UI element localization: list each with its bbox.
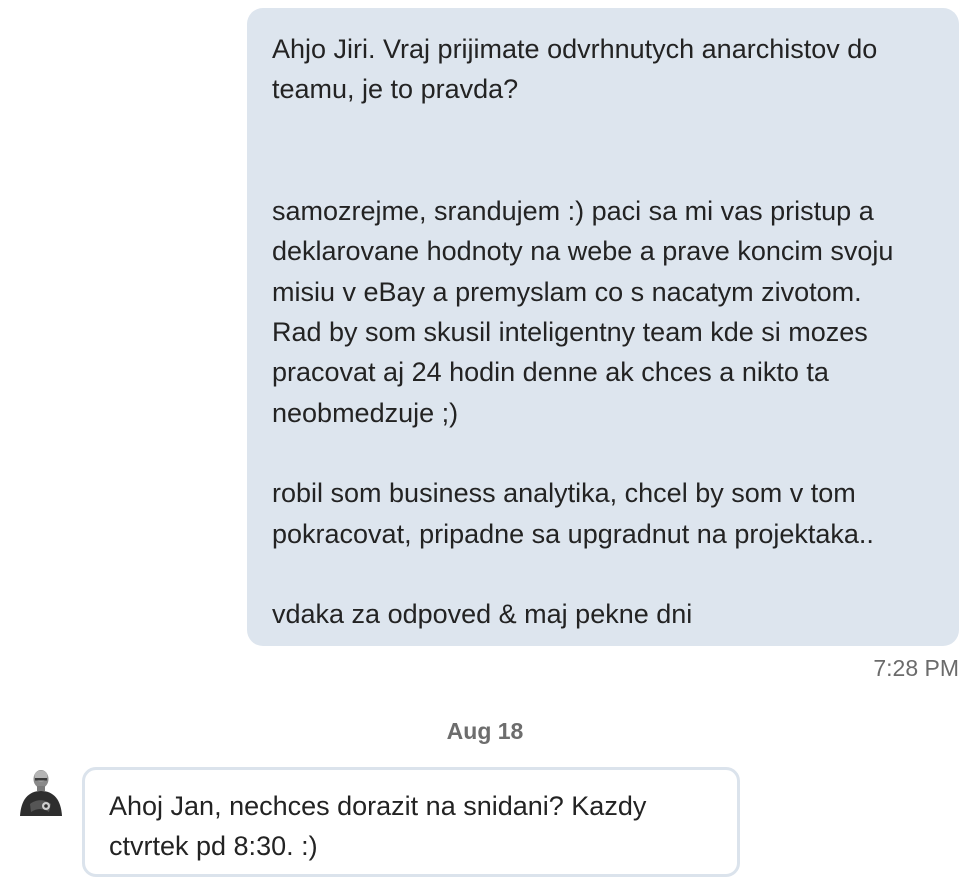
avatar[interactable] <box>18 768 64 822</box>
message-paragraph: robil som business analytika, chcel by s… <box>272 478 874 549</box>
incoming-message-bubble[interactable]: Ahoj Jan, nechces dorazit na snidani? Ka… <box>82 767 740 877</box>
date-separator: Aug 18 <box>446 718 524 744</box>
message-paragraph: samozrejme, srandujem :) paci sa mi vas … <box>272 195 894 428</box>
message-timestamp: 7:28 PM <box>873 655 959 681</box>
message-paragraph: Ahjo Jiri. Vraj prijimate odvrhnutych an… <box>272 34 878 105</box>
user-avatar-icon <box>20 770 62 816</box>
message-text: Ahoj Jan, nechces dorazit na snidani? Ka… <box>109 791 647 861</box>
message-paragraph: vdaka za odpoved & maj pekne dni <box>272 599 693 630</box>
message-thread: Ahjo Jiri. Vraj prijimate odvrhnutych an… <box>0 0 970 889</box>
outgoing-message-bubble[interactable]: Ahjo Jiri. Vraj prijimate odvrhnutych an… <box>247 8 959 646</box>
